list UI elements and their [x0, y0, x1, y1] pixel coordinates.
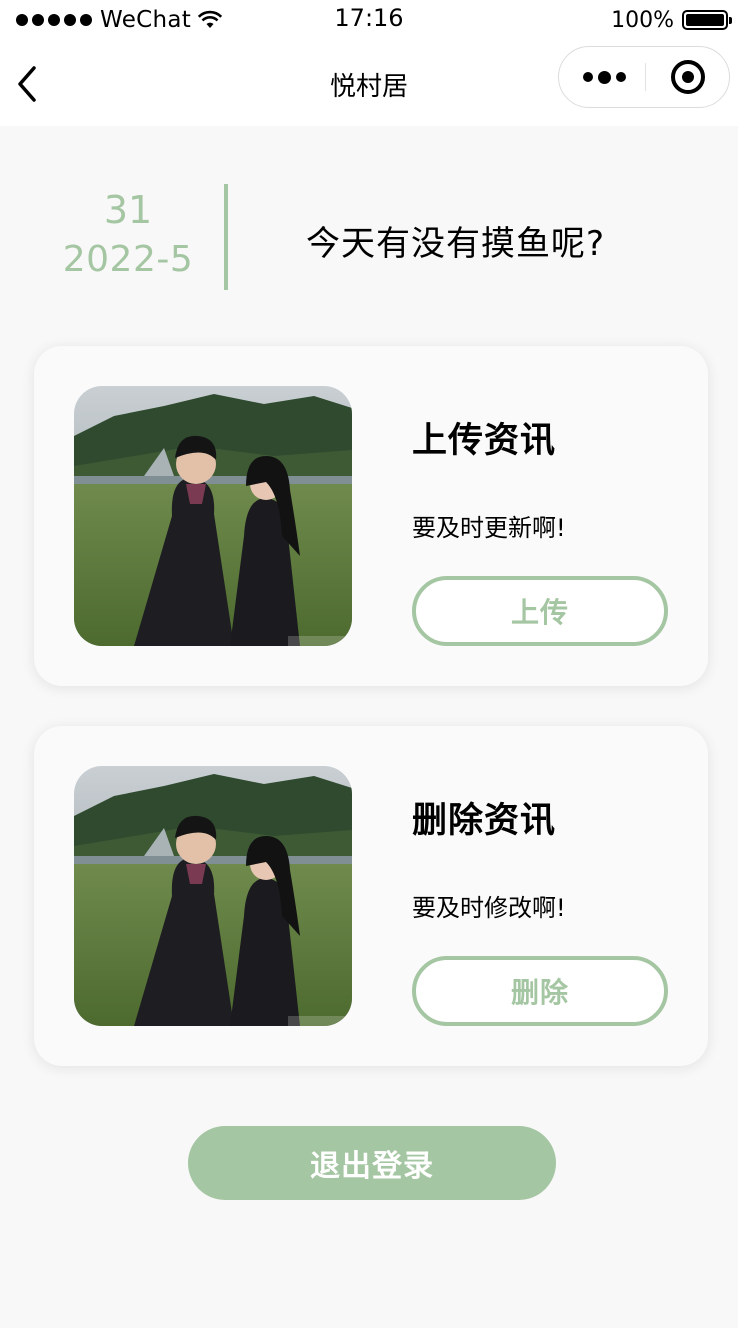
- capsule-divider: [645, 63, 646, 91]
- status-bar: WeChat 17:16 100%: [0, 0, 738, 40]
- date-divider: [224, 184, 228, 290]
- upload-button[interactable]: 上传: [412, 576, 668, 646]
- battery-icon: [682, 10, 732, 30]
- couple-photo-icon: [74, 766, 352, 1026]
- delete-button[interactable]: 删除: [412, 956, 668, 1026]
- close-capsule-button[interactable]: [671, 60, 705, 94]
- card-title: 删除资讯: [412, 801, 557, 841]
- logout-button[interactable]: 退出登录: [188, 1126, 556, 1200]
- card-title: 上传资讯: [412, 421, 557, 461]
- date-year-month: 2022-5: [62, 239, 194, 280]
- card-subtitle: 要及时更新啊!: [412, 514, 566, 542]
- nav-bar: 悦村居: [0, 40, 738, 126]
- battery-percent: 100%: [611, 7, 674, 33]
- more-icon: [582, 72, 593, 82]
- delete-news-card: 删除资讯 要及时修改啊! 删除: [34, 726, 708, 1066]
- upload-news-card: 上传资讯 要及时更新啊! 上传: [34, 346, 708, 686]
- status-right: 100%: [611, 6, 732, 34]
- card-subtitle: 要及时修改啊!: [412, 894, 566, 922]
- couple-photo-icon: [74, 386, 352, 646]
- greeting-text: 今天有没有摸鱼呢?: [306, 224, 606, 264]
- mini-program-capsule: [558, 46, 730, 108]
- date-day: 31: [103, 188, 153, 232]
- top-bar: WeChat 17:16 100% 悦村居: [0, 0, 738, 126]
- more-button[interactable]: [579, 47, 629, 107]
- date-block: 31 2022-5: [30, 188, 226, 282]
